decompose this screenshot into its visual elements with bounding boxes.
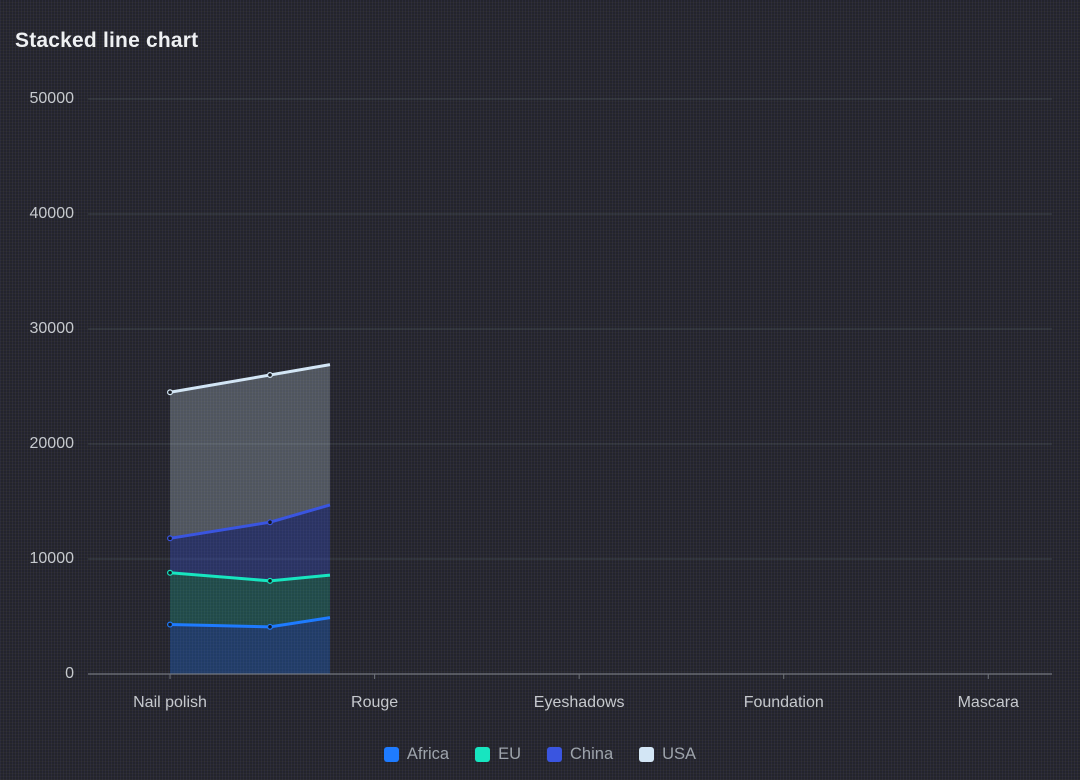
data-point-africa — [267, 623, 274, 630]
x-category-label-nail-polish: Nail polish — [133, 694, 207, 711]
legend-label: Africa — [406, 744, 450, 763]
legend-item-africa[interactable]: Africa — [383, 744, 450, 764]
x-axis — [88, 673, 1052, 679]
data-point-eu — [167, 569, 174, 576]
legend-item-eu[interactable]: EU — [475, 745, 521, 764]
chart-canvas[interactable]: Stacked line chart 0 10000 20000 30000 40000… — [0, 0, 1080, 780]
x-category-label-mascara: Mascara — [957, 694, 1019, 711]
legend-item-china[interactable]: China — [547, 745, 613, 764]
area-fill-eu — [170, 572, 330, 627]
legend-label: USA — [662, 744, 697, 763]
legend-label: EU — [498, 744, 522, 763]
y-tick-label-50000: 50000 — [29, 90, 75, 107]
y-tick-label-20000: 20000 — [29, 435, 75, 452]
legend-swatch-africa — [383, 746, 399, 762]
legend-swatch-eu — [475, 746, 491, 762]
data-point-usa — [167, 389, 174, 396]
x-category-label-eyeshadows: Eyeshadows — [533, 694, 625, 711]
legend-label: China — [570, 744, 614, 763]
data-point-usa — [267, 372, 274, 379]
x-category-label-rouge: Rouge — [351, 694, 399, 711]
y-tick-label-10000: 10000 — [29, 550, 75, 567]
data-point-china — [267, 519, 274, 526]
x-category-label-foundation: Foundation — [743, 694, 824, 711]
y-tick-label-0: 0 — [65, 665, 74, 682]
legend-swatch-usa — [639, 746, 655, 762]
legend-item-usa[interactable]: USA — [639, 745, 696, 764]
legend: Africa EU China USA — [0, 741, 1080, 767]
y-tick-label-30000: 30000 — [29, 320, 75, 337]
data-point-africa — [167, 621, 174, 628]
data-point-china — [167, 535, 174, 542]
plot-area[interactable] — [0, 0, 1080, 780]
legend-swatch-china — [547, 746, 563, 762]
y-tick-label-40000: 40000 — [29, 205, 75, 222]
data-point-eu — [267, 577, 274, 584]
